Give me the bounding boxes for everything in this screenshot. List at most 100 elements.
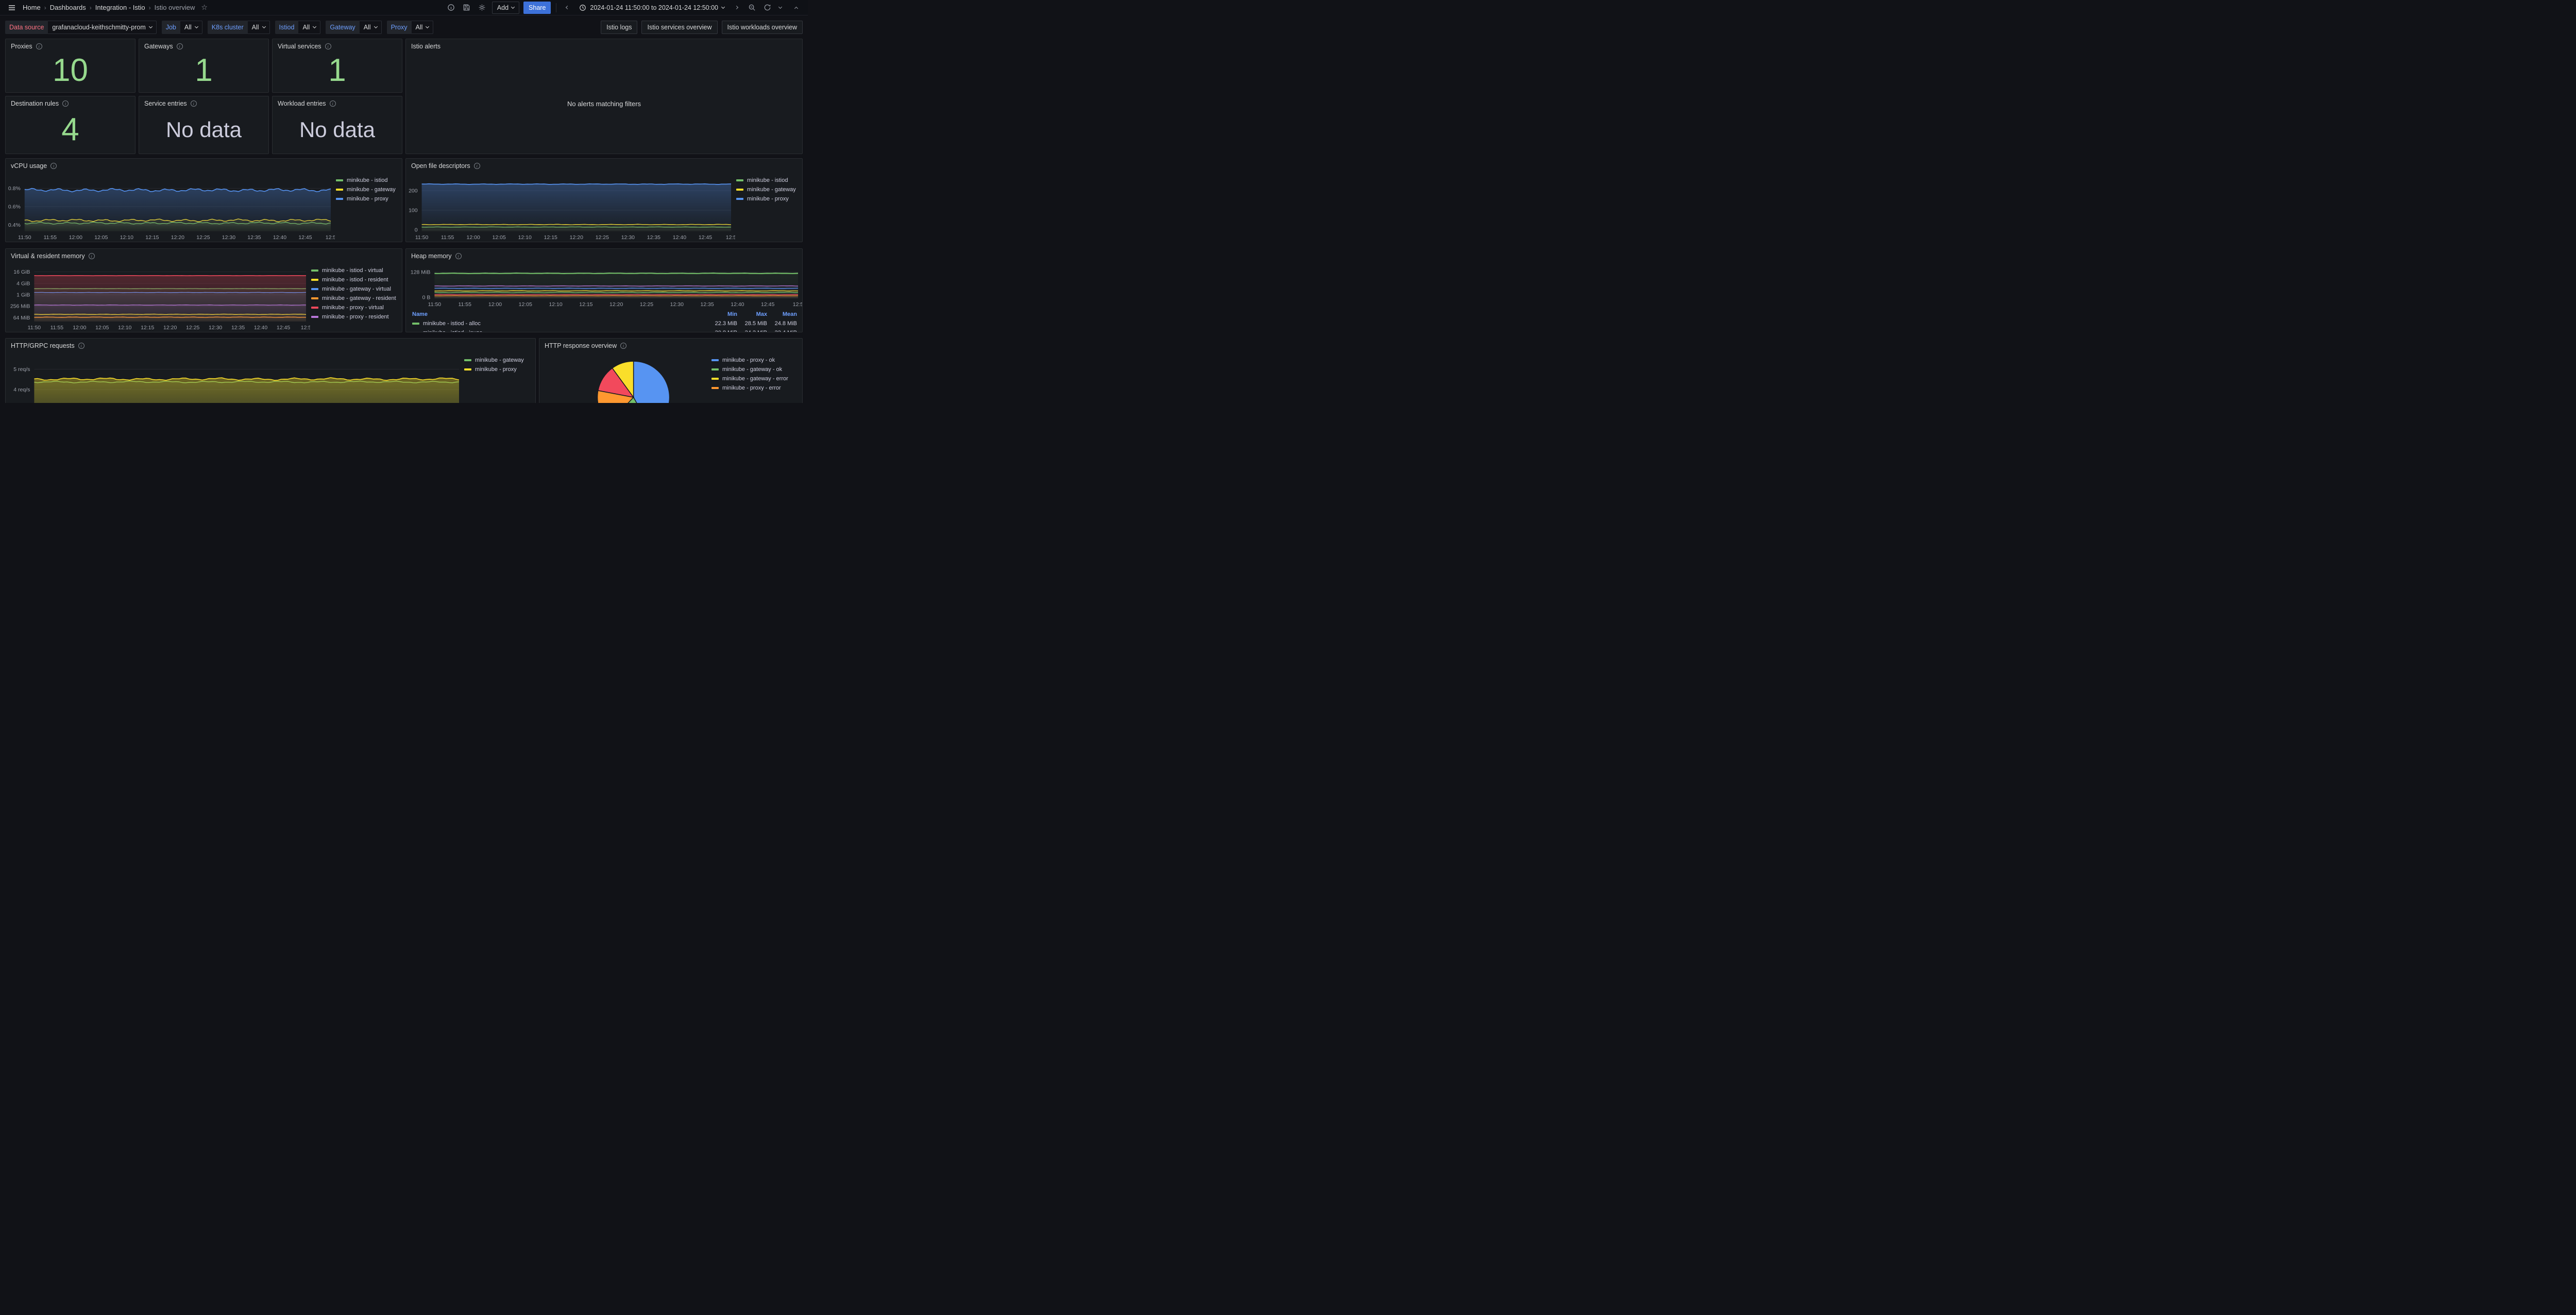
legend-item[interactable]: minikube - proxy - ok (711, 357, 798, 363)
legend-item[interactable]: minikube - gateway - ok (711, 366, 798, 373)
svg-text:12:40: 12:40 (273, 234, 286, 241)
zoom-out-icon[interactable] (746, 2, 757, 13)
legend-item[interactable]: minikube - istiod (736, 177, 798, 183)
dashboard-info-icon[interactable] (446, 2, 457, 13)
info-icon[interactable]: i (78, 343, 84, 349)
legend-table-column[interactable]: Name (412, 311, 707, 317)
vcpu-usage-chart[interactable]: 0.4%0.6%0.8%11:5011:5512:0012:0512:1012:… (6, 173, 335, 242)
info-icon[interactable]: i (50, 163, 57, 169)
legend-item[interactable]: minikube - proxy - virtual (311, 305, 398, 311)
svg-text:12:20: 12:20 (171, 234, 184, 241)
http-requests-chart[interactable]: 2 req/s3 req/s4 req/s5 req/s (6, 353, 463, 403)
istio-services-overview-link[interactable]: Istio services overview (641, 21, 717, 34)
menu-icon[interactable] (6, 2, 18, 13)
variable-proxy-value[interactable]: All (412, 21, 434, 34)
info-icon[interactable]: i (62, 100, 69, 107)
svg-text:16 GiB: 16 GiB (13, 269, 30, 275)
info-icon[interactable]: i (455, 253, 462, 259)
legend-table-column[interactable]: Mean (767, 311, 797, 317)
panel-title[interactable]: Proxies (11, 43, 32, 50)
legend-item[interactable]: minikube - proxy (736, 196, 798, 202)
svg-text:12:10: 12:10 (549, 301, 562, 308)
info-icon[interactable]: i (36, 43, 42, 49)
variable-istiod-value[interactable]: All (298, 21, 320, 34)
heap-memory-chart[interactable]: 0 B128 MiB11:5011:5512:0012:0512:1012:15… (406, 263, 802, 309)
legend-table-row[interactable]: minikube - istiod - inuse30.8 MiB34.2 Mi… (409, 328, 800, 332)
istio-workloads-overview-link[interactable]: Istio workloads overview (722, 21, 803, 34)
svg-text:12:35: 12:35 (247, 234, 261, 241)
legend-item[interactable]: minikube - gateway (464, 357, 531, 363)
variable-job-value[interactable]: All (180, 21, 202, 34)
svg-text:11:55: 11:55 (441, 234, 454, 241)
panel-title[interactable]: Open file descriptors (411, 162, 470, 170)
time-forward-button[interactable] (731, 2, 742, 13)
panel-title[interactable]: HTTP/GRPC requests (11, 342, 75, 349)
breadcrumb-home[interactable]: Home (23, 4, 41, 11)
legend-item[interactable]: minikube - proxy (336, 196, 398, 202)
info-icon[interactable]: i (620, 343, 626, 349)
panel-title[interactable]: vCPU usage (11, 162, 47, 170)
legend-item[interactable]: minikube - gateway - resident (311, 295, 398, 301)
svg-text:12:00: 12:00 (488, 301, 502, 308)
legend-table-column[interactable]: Min (707, 311, 737, 317)
legend-item[interactable]: minikube - proxy - resident (311, 314, 398, 320)
panel-title[interactable]: Destination rules (11, 100, 59, 107)
info-icon[interactable]: i (177, 43, 183, 49)
datasource-picker[interactable]: grafanacloud-keithschmitty-prom (48, 21, 156, 34)
legend-item[interactable]: minikube - gateway (336, 187, 398, 193)
memory-chart[interactable]: 64 MiB256 MiB1 GiB4 GiB16 GiB11:5011:551… (6, 263, 310, 332)
legend-item[interactable]: minikube - gateway - error (711, 376, 798, 382)
share-button[interactable]: Share (523, 2, 551, 14)
add-button[interactable]: Add (492, 2, 519, 14)
variable-k8s-cluster-value[interactable]: All (248, 21, 270, 34)
legend-item[interactable]: minikube - istiod (336, 177, 398, 183)
legend-series-marker (736, 198, 743, 200)
legend-item[interactable]: minikube - gateway - virtual (311, 286, 398, 292)
http-response-pie-chart[interactable] (539, 353, 710, 403)
breadcrumb-dashboards[interactable]: Dashboards (50, 4, 86, 11)
info-icon[interactable]: i (191, 100, 197, 107)
info-icon[interactable]: i (330, 100, 336, 107)
svg-text:12:15: 12:15 (544, 234, 557, 241)
legend-table-value: 34.2 MiB (737, 330, 767, 332)
panel-title[interactable]: Gateways (144, 43, 173, 50)
open-fds-chart[interactable]: 010020011:5011:5512:0012:0512:1012:1512:… (406, 173, 735, 242)
svg-text:12:40: 12:40 (731, 301, 744, 308)
istio-logs-link[interactable]: Istio logs (601, 21, 637, 34)
info-icon[interactable]: i (474, 163, 480, 169)
panel-title[interactable]: Service entries (144, 100, 187, 107)
settings-gear-icon[interactable] (477, 2, 488, 13)
panel-title[interactable]: Heap memory (411, 252, 452, 260)
panel-title[interactable]: Virtual services (278, 43, 321, 50)
panel-title[interactable]: Virtual & resident memory (11, 252, 85, 260)
legend-item[interactable]: minikube - gateway (736, 187, 798, 193)
legend-item[interactable]: minikube - istiod - resident (311, 277, 398, 283)
info-icon[interactable]: i (89, 253, 95, 259)
svg-text:12:30: 12:30 (222, 234, 235, 241)
panel-title[interactable]: Istio alerts (411, 43, 440, 50)
top-nav: Home › Dashboards › Integration - Istio … (0, 0, 808, 15)
legend-item[interactable]: minikube - proxy (464, 366, 531, 373)
svg-text:12:25: 12:25 (196, 234, 210, 241)
legend-table-column[interactable]: Max (737, 311, 767, 317)
breadcrumb-integration-istio[interactable]: Integration - Istio (95, 4, 145, 11)
svg-text:100: 100 (409, 207, 418, 213)
panel-title[interactable]: Workload entries (278, 100, 326, 107)
svg-text:64 MiB: 64 MiB (13, 315, 30, 321)
time-range-picker[interactable]: 2024-01-24 11:50:00 to 2024-01-24 12:50:… (577, 2, 726, 14)
legend-table-row[interactable]: minikube - istiod - alloc22.3 MiB28.5 Mi… (409, 319, 800, 328)
info-icon[interactable]: i (325, 43, 331, 49)
svg-text:12:20: 12:20 (609, 301, 623, 308)
time-back-button[interactable] (562, 2, 573, 13)
panel-title[interactable]: HTTP response overview (545, 342, 617, 349)
legend-item[interactable]: minikube - istiod - virtual (311, 267, 398, 274)
refresh-icon[interactable] (761, 2, 773, 13)
star-icon[interactable]: ☆ (201, 3, 208, 12)
variable-gateway-value[interactable]: All (360, 21, 382, 34)
refresh-interval-dropdown[interactable] (777, 2, 783, 13)
collapse-caret-icon[interactable] (790, 2, 802, 13)
legend-series-marker (336, 198, 343, 200)
legend-item[interactable]: minikube - proxy - error (711, 385, 798, 391)
save-icon[interactable] (461, 2, 472, 13)
panel-gateways: Gatewaysi 1 (139, 39, 269, 93)
